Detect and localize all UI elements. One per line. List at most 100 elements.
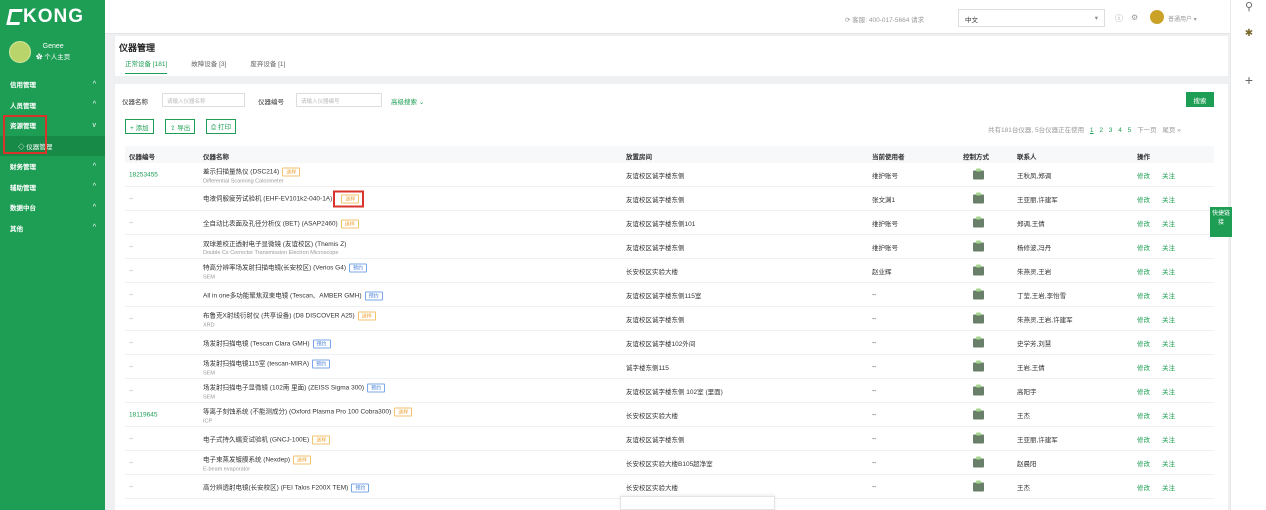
booking-badge[interactable]: 送样 bbox=[282, 167, 301, 176]
booking-badge[interactable]: 预约 bbox=[367, 383, 386, 392]
booking-badge[interactable]: 送样 bbox=[341, 194, 360, 203]
help-icon[interactable]: ⓘ bbox=[1115, 13, 1123, 24]
instrument-name[interactable]: 高分辨透射电镜(长安校区) (FEI Talos F200X TEM) bbox=[203, 484, 348, 491]
follow-link[interactable]: 关注 bbox=[1162, 458, 1175, 468]
follow-link[interactable]: 关注 bbox=[1162, 218, 1175, 228]
booking-badge[interactable]: 送样 bbox=[312, 435, 331, 444]
instrument-name[interactable]: 特高分辨率场发射扫描电镜(长安校区) (Verios G4) bbox=[203, 264, 346, 271]
booking-badge[interactable]: 送样 bbox=[357, 311, 376, 320]
booking-badge[interactable]: 预约 bbox=[312, 339, 331, 348]
follow-link[interactable]: 关注 bbox=[1162, 266, 1175, 276]
sidebar-item-auxiliary[interactable]: 辅助管理 ^ bbox=[0, 177, 105, 198]
translate-icon[interactable]: ✱ bbox=[1231, 28, 1266, 39]
instrument-code[interactable]: 18119645 bbox=[129, 411, 157, 418]
follow-link[interactable]: 关注 bbox=[1162, 290, 1175, 300]
booking-badge[interactable]: 送样 bbox=[293, 455, 312, 464]
export-button[interactable]: ⇪ 导出 bbox=[165, 119, 196, 134]
instrument-name[interactable]: 电子式持久蠕变试验机 (GNCJ-100E) bbox=[203, 436, 309, 443]
edit-link[interactable]: 修改 bbox=[1137, 170, 1150, 180]
table-row[interactable]: -- 布鲁克X射线衍射仪 (共享设备) (D8 DISCOVER A25) 送样 … bbox=[125, 307, 1214, 331]
instrument-name[interactable]: 场发射扫描电镜 (Tescan Clara GMH) bbox=[203, 340, 310, 347]
booking-badge[interactable]: 送样 bbox=[340, 219, 359, 228]
edit-link[interactable]: 修改 bbox=[1137, 482, 1150, 492]
instrument-name[interactable]: All in one多功能聚焦双束电镜 (Tescan、AMBER GMH) bbox=[203, 292, 362, 299]
quick-links-button[interactable]: 快捷链接 bbox=[1210, 207, 1232, 237]
instrument-name[interactable]: 等离子刻蚀系统 (不能测成分) (Oxford Plasma Pro 100 C… bbox=[203, 408, 391, 415]
edit-link[interactable]: 修改 bbox=[1137, 434, 1150, 444]
edit-link[interactable]: 修改 bbox=[1137, 218, 1150, 228]
search-button[interactable]: 搜索 bbox=[1186, 92, 1214, 107]
edit-link[interactable]: 修改 bbox=[1137, 314, 1150, 324]
table-row[interactable]: -- 电子式持久蠕变试验机 (GNCJ-100E) 送样 友谊校区诚字楼东侧 --… bbox=[125, 427, 1214, 451]
add-button[interactable]: + 添加 bbox=[125, 119, 154, 134]
logo[interactable]: KONG bbox=[0, 0, 105, 34]
follow-link[interactable]: 关注 bbox=[1162, 410, 1175, 420]
print-button[interactable]: ⎙ 打印 bbox=[206, 119, 237, 134]
edit-link[interactable]: 修改 bbox=[1137, 338, 1150, 348]
next-page[interactable]: 下一页 bbox=[1137, 127, 1157, 134]
user-avatar[interactable] bbox=[1150, 10, 1164, 24]
follow-link[interactable]: 关注 bbox=[1162, 314, 1175, 324]
follow-link[interactable]: 关注 bbox=[1162, 242, 1175, 252]
instrument-code[interactable]: 18253455 bbox=[129, 171, 158, 178]
edit-link[interactable]: 修改 bbox=[1137, 458, 1150, 468]
sidebar-item-credit[interactable]: 信用管理 ^ bbox=[0, 74, 105, 95]
add-icon[interactable]: + bbox=[1231, 72, 1266, 88]
tab-discarded[interactable]: 废弃设备 [1] bbox=[250, 58, 285, 74]
follow-link[interactable]: 关注 bbox=[1162, 170, 1175, 180]
booking-badge[interactable]: 预约 bbox=[312, 359, 331, 368]
edit-link[interactable]: 修改 bbox=[1137, 386, 1150, 396]
instrument-name[interactable]: 电子束蒸发镀膜系统 (Nexdep) bbox=[203, 456, 290, 463]
table-row[interactable]: -- All in one多功能聚焦双束电镜 (Tescan、AMBER GMH… bbox=[125, 283, 1214, 307]
last-page[interactable]: 尾页 » bbox=[1162, 127, 1180, 134]
page-5[interactable]: 5 bbox=[1128, 127, 1132, 134]
follow-link[interactable]: 关注 bbox=[1162, 434, 1175, 444]
follow-link[interactable]: 关注 bbox=[1162, 362, 1175, 372]
language-select[interactable]: 中文 ▾ bbox=[958, 9, 1105, 27]
sidebar-item-people[interactable]: 人员管理 ^ bbox=[0, 95, 105, 116]
table-row[interactable]: -- 电液伺服疲劳试验机 (EHF-EV101k2-040-1A) 送样 友谊校区… bbox=[125, 187, 1214, 211]
booking-badge[interactable]: 预约 bbox=[349, 263, 368, 272]
instrument-name[interactable]: 差示扫描量热仪 (DSC214) bbox=[203, 168, 279, 175]
user-role-menu[interactable]: 普通用户 ▾ bbox=[1168, 14, 1197, 23]
booking-badge[interactable]: 预约 bbox=[364, 291, 383, 300]
instrument-name[interactable]: 双球差校正透射电子显微镜 (友谊校区) (Themis Z) bbox=[203, 241, 346, 248]
tab-faulty[interactable]: 故障设备 [3] bbox=[191, 58, 226, 74]
user-home-link[interactable]: ✿ 个人主页 bbox=[36, 52, 70, 63]
name-filter-input[interactable]: 请输入仪器名称 bbox=[162, 93, 245, 107]
page-3[interactable]: 3 bbox=[1109, 127, 1113, 134]
sidebar-item-finance[interactable]: 财务管理 ^ bbox=[0, 156, 105, 177]
follow-link[interactable]: 关注 bbox=[1162, 386, 1175, 396]
instrument-name[interactable]: 布鲁克X射线衍射仪 (共享设备) (D8 DISCOVER A25) bbox=[203, 312, 355, 319]
code-filter-input[interactable]: 请输入仪器编号 bbox=[296, 93, 382, 107]
follow-link[interactable]: 关注 bbox=[1162, 338, 1175, 348]
advanced-search-link[interactable]: 高级搜索 ⌄ bbox=[391, 96, 424, 106]
edit-link[interactable]: 修改 bbox=[1137, 266, 1150, 276]
instrument-name[interactable]: 场发射扫描电镜115室 (tescan-MIRA) bbox=[203, 360, 309, 367]
edit-link[interactable]: 修改 bbox=[1137, 242, 1150, 252]
edit-link[interactable]: 修改 bbox=[1137, 410, 1150, 420]
table-row[interactable]: -- 电子束蒸发镀膜系统 (Nexdep) 送样 E-beam evaporato… bbox=[125, 451, 1214, 475]
gear-icon[interactable]: ⚙ bbox=[1131, 13, 1138, 22]
edit-link[interactable]: 修改 bbox=[1137, 194, 1150, 204]
table-row[interactable]: -- 场发射扫描电镜115室 (tescan-MIRA) 预约 SEM 诚字楼东侧… bbox=[125, 355, 1214, 379]
table-row[interactable]: -- 场发射扫描电镜 (Tescan Clara GMH) 预约 友谊校区诚字楼1… bbox=[125, 331, 1214, 355]
edit-link[interactable]: 修改 bbox=[1137, 362, 1150, 372]
booking-badge[interactable]: 送样 bbox=[394, 407, 413, 416]
instrument-name[interactable]: 场发射扫描电子显微镜 (102南 里面) (ZEISS Sigma 300) bbox=[203, 384, 364, 391]
support-phone[interactable]: ⟳ 客服: 400-017-5664 请求 bbox=[845, 14, 924, 24]
follow-link[interactable]: 关注 bbox=[1162, 482, 1175, 492]
table-row[interactable]: -- 特高分辨率场发射扫描电镜(长安校区) (Verios G4) 预约 SEM … bbox=[125, 259, 1214, 283]
sidebar-item-other[interactable]: 其他 ^ bbox=[0, 218, 105, 239]
table-row[interactable]: 18253455 差示扫描量热仪 (DSC214) 送样 Differential… bbox=[125, 163, 1214, 187]
page-1[interactable]: 1 bbox=[1090, 127, 1094, 134]
instrument-name[interactable]: 全自动比表面及孔径分析仪 (BET) (ASAP2460) bbox=[203, 220, 338, 227]
sidebar-item-data-center[interactable]: 数据中台 ^ bbox=[0, 197, 105, 218]
instrument-name[interactable]: 电液伺服疲劳试验机 (EHF-EV101k2-040-1A) bbox=[203, 195, 332, 202]
table-row[interactable]: 18119645 等离子刻蚀系统 (不能测成分) (Oxford Plasma … bbox=[125, 403, 1214, 427]
avatar[interactable] bbox=[9, 41, 31, 63]
table-row[interactable]: -- 场发射扫描电子显微镜 (102南 里面) (ZEISS Sigma 300… bbox=[125, 379, 1214, 403]
search-icon[interactable]: ⚲ bbox=[1231, 0, 1266, 13]
table-row[interactable]: -- 全自动比表面及孔径分析仪 (BET) (ASAP2460) 送样 友谊校区诚… bbox=[125, 211, 1214, 235]
edit-link[interactable]: 修改 bbox=[1137, 290, 1150, 300]
